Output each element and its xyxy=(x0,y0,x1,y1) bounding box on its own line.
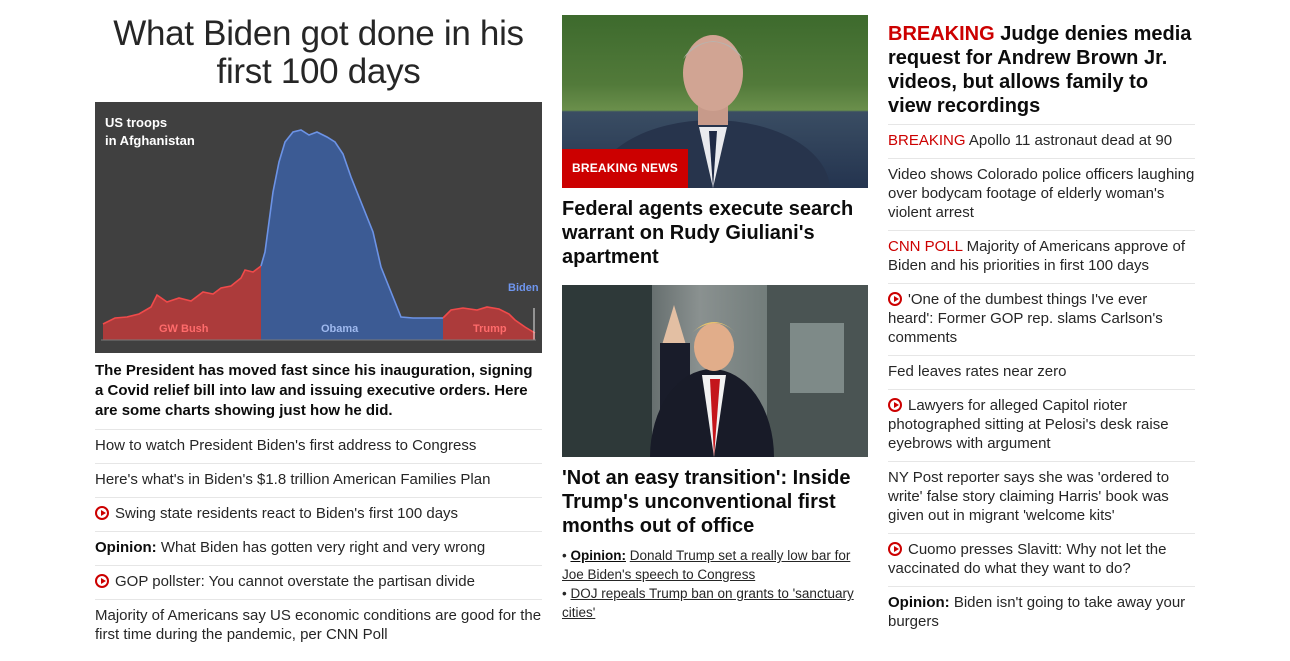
play-icon xyxy=(888,542,902,556)
right-column: BREAKING Judge denies media request for … xyxy=(888,0,1195,639)
label-biden: Biden xyxy=(508,282,539,294)
list-item[interactable]: GOP pollster: You cannot overstate the p… xyxy=(95,565,542,599)
breaking-news-badge: BREAKING NEWS xyxy=(562,149,688,188)
trump-headline[interactable]: 'Not an easy transition': Inside Trump's… xyxy=(562,466,868,538)
play-icon xyxy=(95,574,109,588)
list-item[interactable]: Opinion: What Biden has gotten very righ… xyxy=(95,531,542,565)
link-text[interactable]: How to watch President Biden's first add… xyxy=(95,437,476,454)
right-link-list: BREAKING Apollo 11 astronaut dead at 90 … xyxy=(888,124,1195,639)
list-item[interactable]: Fed leaves rates near zero xyxy=(888,355,1195,389)
opinion-kicker: Opinion: xyxy=(888,594,950,611)
label-trump: Trump xyxy=(473,323,507,335)
play-icon xyxy=(888,398,902,412)
breaking-headline[interactable]: BREAKING Judge denies media request for … xyxy=(888,22,1195,118)
list-item[interactable]: Majority of Americans say US economic co… xyxy=(95,599,542,652)
list-item[interactable]: BREAKING Apollo 11 astronaut dead at 90 xyxy=(888,124,1195,158)
hero-title[interactable]: What Biden got done in his first 100 day… xyxy=(95,15,542,91)
link-text[interactable]: Here's what's in Biden's $1.8 trillion A… xyxy=(95,471,490,488)
red-kicker: BREAKING xyxy=(888,132,966,149)
trump-photo[interactable] xyxy=(562,285,868,457)
sub-link-item[interactable]: • Opinion: Donald Trump set a really low… xyxy=(562,546,868,584)
play-icon xyxy=(888,292,902,306)
middle-column: BREAKING NEWS Federal agents execute sea… xyxy=(562,0,868,622)
left-column: What Biden got done in his first 100 day… xyxy=(95,0,542,652)
opinion-kicker: Opinion: xyxy=(95,539,157,556)
label-gw-bush: GW Bush xyxy=(159,323,209,335)
trump-photo-illustration xyxy=(562,285,868,457)
list-item[interactable]: CNN POLL Majority of Americans approve o… xyxy=(888,230,1195,283)
left-link-list: How to watch President Biden's first add… xyxy=(95,429,542,652)
list-item[interactable]: Video shows Colorado police officers lau… xyxy=(888,158,1195,230)
opinion-kicker: Opinion: xyxy=(570,548,626,563)
list-item[interactable]: Swing state residents react to Biden's f… xyxy=(95,497,542,531)
chart-caption[interactable]: The President has moved fast since his i… xyxy=(95,361,542,421)
play-icon xyxy=(95,506,109,520)
link-text[interactable]: NY Post reporter says she was 'ordered t… xyxy=(888,469,1169,524)
red-kicker: CNN POLL xyxy=(888,238,963,255)
chart-title-line-2: in Afghanistan xyxy=(105,133,195,148)
breaking-kicker: BREAKING xyxy=(888,23,995,45)
link-text[interactable]: Apollo 11 astronaut dead at 90 xyxy=(969,132,1172,149)
link-text[interactable]: What Biden has gotten very right and ver… xyxy=(161,539,485,556)
list-item[interactable]: Cuomo presses Slavitt: Why not let the v… xyxy=(888,533,1195,586)
giuliani-photo[interactable]: BREAKING NEWS xyxy=(562,15,868,188)
troops-chart-svg: US troops in Afghanistan GW Bush Obama Trump… xyxy=(101,115,539,341)
link-text[interactable]: Majority of Americans say US economic co… xyxy=(95,607,541,643)
trump-sub-links: • Opinion: Donald Trump set a really low… xyxy=(562,546,868,622)
troops-chart[interactable]: US troops in Afghanistan GW Bush Obama Trump… xyxy=(95,102,542,353)
list-item[interactable]: Here's what's in Biden's $1.8 trillion A… xyxy=(95,463,542,497)
list-item[interactable]: Lawyers for alleged Capitol rioter photo… xyxy=(888,389,1195,461)
obama-series-area xyxy=(261,130,443,340)
link-text[interactable]: GOP pollster: You cannot overstate the p… xyxy=(115,573,475,590)
link-text[interactable]: Swing state residents react to Biden's f… xyxy=(115,505,458,522)
sub-link-item[interactable]: • DOJ repeals Trump ban on grants to 'sa… xyxy=(562,584,868,622)
link-text[interactable]: Lawyers for alleged Capitol rioter photo… xyxy=(888,397,1169,452)
list-item[interactable]: Opinion: Biden isn't going to take away … xyxy=(888,586,1195,639)
giuliani-headline[interactable]: Federal agents execute search warrant on… xyxy=(562,197,868,269)
link-text[interactable]: Video shows Colorado police officers lau… xyxy=(888,166,1194,221)
link-text[interactable]: Cuomo presses Slavitt: Why not let the v… xyxy=(888,541,1166,577)
list-item[interactable]: 'One of the dumbest things I've ever hea… xyxy=(888,283,1195,355)
list-item[interactable]: NY Post reporter says she was 'ordered t… xyxy=(888,461,1195,533)
label-obama: Obama xyxy=(321,323,359,335)
chart-title-line-1: US troops xyxy=(105,115,167,130)
link-text[interactable]: Fed leaves rates near zero xyxy=(888,363,1066,380)
link-text[interactable]: 'One of the dumbest things I've ever hea… xyxy=(888,291,1163,346)
link-text[interactable]: DOJ repeals Trump ban on grants to 'sanc… xyxy=(562,586,854,620)
list-item[interactable]: How to watch President Biden's first add… xyxy=(95,429,542,463)
